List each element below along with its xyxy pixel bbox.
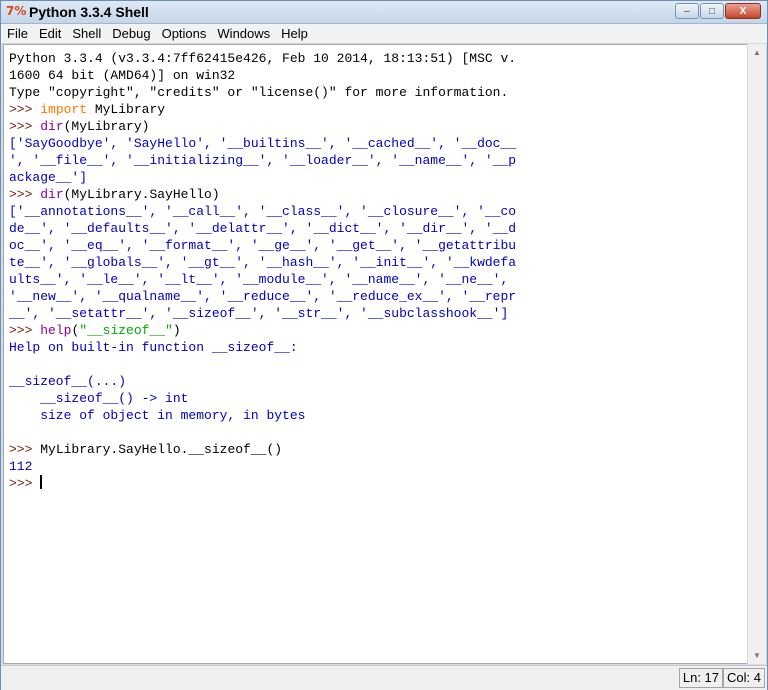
shell-text: MyLibrary.SayHello.__sizeof__() <box>40 442 283 457</box>
shell-line: __', '__setattr__', '__sizeof__', '__str… <box>9 305 747 322</box>
shell-text: de__', '__defaults__', '__delattr__', '_… <box>9 221 517 236</box>
shell-prompt: >>> <box>9 476 41 491</box>
shell-line: Python 3.3.4 (v3.3.4:7ff62415e426, Feb 1… <box>9 50 747 67</box>
python-idle-icon: 7% <box>6 4 27 18</box>
shell-line: __sizeof__() -> int <box>9 390 747 407</box>
shell-line: >>> <box>9 475 747 492</box>
shell-line: ults__', '__le__', '__lt__', '__module__… <box>9 271 747 288</box>
shell-line: ['SayGoodbye', 'SayHello', '__builtins__… <box>9 135 747 152</box>
shell-text: Help on built-in function __sizeof__: <box>9 340 298 355</box>
status-bar: Ln: 17 Col: 4 <box>1 665 767 690</box>
shell-line: size of object in memory, in bytes <box>9 407 747 424</box>
shell-line <box>9 356 747 373</box>
shell-text: help <box>40 323 72 338</box>
menu-windows[interactable]: Windows <box>211 24 275 42</box>
shell-text: "__sizeof__" <box>79 323 173 338</box>
menu-bar: File Edit Shell Debug Options Windows Help <box>1 24 767 44</box>
window-controls: – □ X <box>674 3 761 19</box>
shell-text: __sizeof__() -> int <box>9 391 189 406</box>
shell-text: Type "copyright", "credits" or "license(… <box>9 85 509 100</box>
shell-line: >>> MyLibrary.SayHello.__sizeof__() <box>9 441 747 458</box>
shell-output: Python 3.3.4 (v3.3.4:7ff62415e426, Feb 1… <box>4 45 747 492</box>
shell-line: te__', '__globals__', '__gt__', '__hash_… <box>9 254 747 271</box>
window-title: Python 3.3.4 Shell <box>29 4 149 20</box>
shell-text: (MyLibrary.SayHello) <box>63 187 220 202</box>
shell-line: ackage__'] <box>9 169 747 186</box>
vertical-scrollbar[interactable]: ▲ ▼ <box>747 44 766 664</box>
text-cursor <box>40 475 43 489</box>
shell-text: oc__', '__eq__', '__format__', '__ge__',… <box>9 238 517 253</box>
python-shell-window: 7% Python 3.3.4 Shell – □ X File Edit Shel… <box>0 0 768 690</box>
shell-text: dir <box>40 187 64 202</box>
shell-text: te__', '__globals__', '__gt__', '__hash_… <box>9 255 517 270</box>
shell-text: size of object in memory, in bytes <box>9 408 306 423</box>
shell-line: ['__annotations__', '__call__', '__class… <box>9 203 747 220</box>
shell-line: de__', '__defaults__', '__delattr__', '_… <box>9 220 747 237</box>
shell-text: '__new__', '__qualname__', '__reduce__',… <box>9 289 517 304</box>
shell-text: 112 <box>9 459 33 474</box>
shell-line: >>> help("__sizeof__") <box>9 322 747 339</box>
shell-line: '__new__', '__qualname__', '__reduce__',… <box>9 288 747 305</box>
menu-file[interactable]: File <box>1 24 33 42</box>
menu-help[interactable]: Help <box>275 24 313 42</box>
menu-options[interactable]: Options <box>156 24 212 42</box>
shell-line: >>> import MyLibrary <box>9 101 747 118</box>
shell-text: Python 3.3.4 (v3.3.4:7ff62415e426, Feb 1… <box>9 51 517 66</box>
shell-text: MyLibrary <box>87 102 166 117</box>
maximize-button[interactable]: □ <box>700 3 724 19</box>
shell-line: Type "copyright", "credits" or "license(… <box>9 84 747 101</box>
shell-line: >>> dir(MyLibrary) <box>9 118 747 135</box>
shell-line: __sizeof__(...) <box>9 373 747 390</box>
status-line: Ln: 17 <box>678 668 724 688</box>
menu-edit[interactable]: Edit <box>33 24 66 42</box>
menu-debug[interactable]: Debug <box>106 24 155 42</box>
shell-text: (MyLibrary) <box>63 119 150 134</box>
shell-line: 112 <box>9 458 747 475</box>
shell-prompt: >>> <box>9 323 41 338</box>
shell-line: oc__', '__eq__', '__format__', '__ge__',… <box>9 237 747 254</box>
title-bar[interactable]: 7% Python 3.3.4 Shell – □ X <box>1 1 767 24</box>
shell-text: 1600 64 bit (AMD64)] on win32 <box>9 68 236 83</box>
scroll-up-arrow-icon[interactable]: ▲ <box>748 44 766 61</box>
shell-text: ackage__'] <box>9 170 88 185</box>
shell-text: ['__annotations__', '__call__', '__class… <box>9 204 517 219</box>
status-column: Col: 4 <box>723 668 765 688</box>
shell-line: 1600 64 bit (AMD64)] on win32 <box>9 67 747 84</box>
shell-text: dir <box>40 119 64 134</box>
shell-text: ['SayGoodbye', 'SayHello', '__builtins__… <box>9 136 517 151</box>
shell-text: ', '__file__', '__initializing__', '__lo… <box>9 153 517 168</box>
shell-prompt: >>> <box>9 187 41 202</box>
shell-text-area[interactable]: Python 3.3.4 (v3.3.4:7ff62415e426, Feb 1… <box>3 44 748 664</box>
shell-prompt: >>> <box>9 102 41 117</box>
scroll-down-arrow-icon[interactable]: ▼ <box>748 647 766 664</box>
shell-prompt: >>> <box>9 119 41 134</box>
menu-shell[interactable]: Shell <box>66 24 106 42</box>
close-button[interactable]: X <box>725 3 761 19</box>
shell-text: ) <box>172 323 181 338</box>
shell-prompt: >>> <box>9 442 41 457</box>
shell-line <box>9 424 747 441</box>
shell-line: >>> dir(MyLibrary.SayHello) <box>9 186 747 203</box>
shell-text: ults__', '__le__', '__lt__', '__module__… <box>9 272 509 287</box>
shell-text: __', '__setattr__', '__sizeof__', '__str… <box>9 306 509 321</box>
shell-line: ', '__file__', '__initializing__', '__lo… <box>9 152 747 169</box>
shell-text: __sizeof__(...) <box>9 374 127 389</box>
shell-text: import <box>40 102 88 117</box>
shell-line: Help on built-in function __sizeof__: <box>9 339 747 356</box>
minimize-button[interactable]: – <box>675 3 699 19</box>
